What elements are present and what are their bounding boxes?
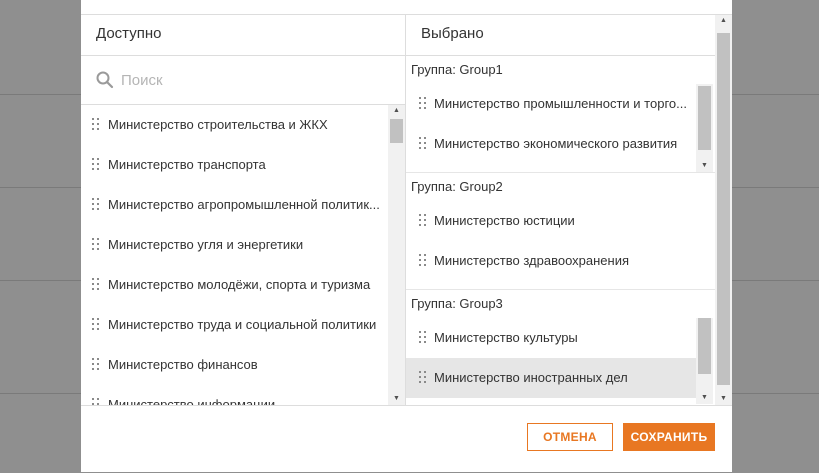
list-item-label: Министерство агропромышленной политик... [108,197,380,212]
drag-handle-icon[interactable] [419,137,427,149]
group-title: Группа: Group2 [411,179,503,194]
list-item[interactable]: Министерство угля и энергетики [81,225,388,265]
list-item-label: Министерство угля и энергетики [108,237,304,252]
available-list: Министерство строительства и ЖКХ Министе… [81,105,388,405]
background-divider [0,280,81,281]
search-box [81,56,405,105]
list-item-label: Министерство труда и социальной политики [108,317,377,332]
list-item-label: Министерство юстиции [434,213,575,228]
scroll-down-arrow[interactable]: ▼ [388,393,405,405]
selection-dialog: Доступно Министерство строительства и ЖК… [81,0,732,472]
background-divider [0,393,81,394]
scroll-down-arrow[interactable]: ▼ [696,160,713,172]
list-item[interactable]: Министерство культуры [406,318,696,358]
selected-header: Выбрано [406,15,732,56]
list-item[interactable]: Министерство здравоохранения [406,241,696,281]
group-scrollbar[interactable]: ▲ ▼ [696,318,713,404]
group-items: Министерство культуры Министерство иност… [406,318,716,405]
list-item-label: Министерство культуры [434,330,578,345]
drag-handle-icon[interactable] [419,97,427,109]
cancel-button[interactable]: ОТМЕНА [527,423,613,451]
dialog-footer: ОТМЕНА СОХРАНИТЬ [81,405,732,473]
list-item[interactable]: Министерство молодёжи, спорта и туризма [81,265,388,305]
list-item[interactable]: Министерство финансов [81,345,388,385]
drag-handle-icon[interactable] [419,254,427,266]
list-item[interactable]: Министерство экономического развития [406,124,696,164]
selected-scrollbar[interactable]: ▲ ▼ [715,15,732,405]
group-scrollbar[interactable]: ▲ ▼ [696,84,713,172]
list-item[interactable]: Министерство информации [81,385,388,405]
group-title: Группа: Group3 [411,296,503,311]
list-item-label: Министерство молодёжи, спорта и туризма [108,277,371,292]
drag-handle-icon[interactable] [419,331,427,343]
group-2: Группа: Group2 Министерство юстиции Мини… [406,173,716,290]
drag-handle-icon[interactable] [92,238,100,250]
selected-groups: Группа: Group1 Министерство промышленнос… [406,56,716,405]
search-input[interactable] [119,66,393,94]
list-item-label: Министерство информации [108,397,276,405]
group-1: Группа: Group1 Министерство промышленнос… [406,56,716,173]
list-item-label: Министерство экономического развития [434,136,678,151]
search-icon [96,71,114,89]
list-item-label: Министерство промышленности и торго... [434,96,687,111]
background-divider [0,187,81,188]
drag-handle-icon[interactable] [92,118,100,130]
list-item-label: Министерство здравоохранения [434,253,629,268]
scroll-down-arrow[interactable]: ▼ [715,393,732,405]
available-header: Доступно [81,15,405,56]
background-divider [732,94,819,95]
scrollbar-thumb[interactable] [390,119,403,143]
list-item[interactable]: Министерство агропромышленной политик... [81,185,388,225]
list-item[interactable]: Министерство транспорта [81,145,388,185]
drag-handle-icon[interactable] [92,198,100,210]
scrollbar-thumb[interactable] [717,33,730,385]
list-item-label: Министерство иностранных дел [434,370,628,385]
drag-handle-icon[interactable] [92,358,100,370]
available-scrollbar[interactable]: ▲ ▼ [388,105,405,405]
scroll-up-arrow[interactable]: ▲ [715,15,732,27]
scrollbar-thumb[interactable] [698,86,711,150]
list-item-label: Министерство финансов [108,357,258,372]
save-button[interactable]: СОХРАНИТЬ [623,423,715,451]
group-3: Группа: Group3 Министерство культуры Мин… [406,290,716,405]
list-item[interactable]: Министерство промышленности и торго... [406,84,696,124]
list-item[interactable]: Министерство труда и социальной политики [81,305,388,345]
drag-handle-icon[interactable] [419,371,427,383]
list-item-selected[interactable]: Министерство иностранных дел [406,358,696,398]
drag-handle-icon[interactable] [92,278,100,290]
group-items: Министерство юстиции Министерство здраво… [406,201,716,289]
group-title: Группа: Group1 [411,62,503,77]
drag-handle-icon[interactable] [92,158,100,170]
drag-handle-icon[interactable] [419,214,427,226]
background-divider [0,94,81,95]
background-divider [732,393,819,394]
scrollbar-thumb[interactable] [698,318,711,374]
list-item-label: Министерство транспорта [108,157,266,172]
drag-handle-icon[interactable] [92,398,100,405]
background-divider [732,187,819,188]
drag-handle-icon[interactable] [92,318,100,330]
available-panel: Доступно Министерство строительства и ЖК… [81,15,406,405]
scroll-up-arrow[interactable]: ▲ [388,105,405,117]
selected-panel: Выбрано Группа: Group1 Министерство пром… [406,15,732,405]
list-item-label: Министерство строительства и ЖКХ [108,117,328,132]
list-item[interactable]: Министерство юстиции [406,201,696,241]
group-items: Министерство промышленности и торго... М… [406,84,716,172]
list-item[interactable]: Министерство строительства и ЖКХ [81,105,388,145]
scroll-down-arrow[interactable]: ▼ [696,392,713,404]
background-divider [732,280,819,281]
dialog-top-strip [81,0,732,15]
